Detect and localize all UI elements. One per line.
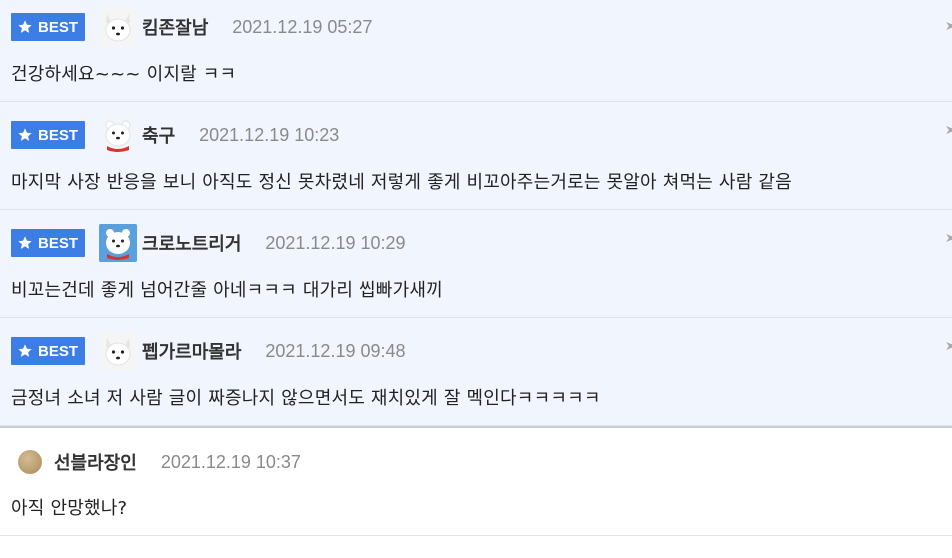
- comment-text: 건강하세요~~~ 이지랄 ㅋㅋ: [11, 64, 237, 85]
- comment-timestamp: 2021.12.19 10:29: [265, 232, 406, 253]
- comment-list: BEST 킴존잘남 2021.12.19 05:27 건강하세요~~~ 이지랄 …: [0, 0, 952, 536]
- best-badge: BEST: [11, 229, 86, 257]
- default-avatar[interactable]: [18, 450, 42, 474]
- best-badge-label: BEST: [38, 342, 79, 360]
- comment-author[interactable]: 킴존잘남: [142, 14, 208, 40]
- star-icon: [18, 236, 32, 249]
- reply-arrow-icon[interactable]: [944, 124, 952, 136]
- comment-meta: BEST 펩가르마몰라 2021.12.19 09:48: [11, 332, 406, 370]
- polar-bear-avatar[interactable]: [99, 224, 138, 262]
- comment-text: 금정녀 소녀 저 사람 글이 짜증나지 않으면서도 재치있게 잘 멕인다ㅋㅋㅋㅋ…: [11, 388, 601, 409]
- comment-meta: 선블라장인 2021.12.19 10:37: [11, 443, 301, 481]
- reply-arrow-icon[interactable]: [944, 232, 952, 244]
- comment-author[interactable]: 선블라장인: [54, 449, 137, 475]
- best-badge-label: BEST: [38, 234, 79, 252]
- comment-author[interactable]: 펩가르마몰라: [142, 338, 241, 364]
- comment-item: BEST 킴존잘남 2021.12.19 05:27 건강하세요~~~ 이지랄 …: [0, 0, 952, 102]
- comment-author[interactable]: 크로노트리거: [142, 230, 241, 256]
- best-badge-label: BEST: [38, 18, 79, 36]
- comment-meta: BEST 축구 2021.12.19 10:23: [11, 116, 339, 154]
- comment-text: 아직 안망했나?: [11, 498, 128, 519]
- comment-timestamp: 2021.12.19 10:37: [160, 451, 301, 472]
- comment-text: 비꼬는건데 좋게 넘어간줄 아네ㅋㅋㅋ 대가리 씹빠가새끼: [11, 280, 443, 301]
- comment-timestamp: 2021.12.19 09:48: [265, 340, 406, 361]
- best-badge-label: BEST: [38, 126, 79, 144]
- comment-item: BEST 크로노트리거 2021.12.19 10:29 비꼬는건데 좋게 넘어…: [0, 210, 952, 318]
- comment-item: BEST 펩가르마몰라 2021.12.19 09:48 금정녀 소녀 저 사람…: [0, 318, 952, 426]
- best-badge: BEST: [11, 121, 86, 149]
- white-dog-avatar[interactable]: [99, 8, 138, 46]
- reply-arrow-icon[interactable]: [944, 340, 952, 352]
- comment-timestamp: 2021.12.19 10:23: [199, 124, 340, 145]
- comment-timestamp: 2021.12.19 05:27: [232, 16, 373, 37]
- best-badge: BEST: [11, 13, 86, 41]
- white-dog-avatar[interactable]: [99, 332, 138, 370]
- polar-bear-avatar[interactable]: [99, 116, 138, 154]
- star-icon: [18, 20, 32, 33]
- comment-text: 마지막 사장 반응을 보니 아직도 정신 못차렸네 저렇게 좋게 비꼬아주는거로…: [11, 172, 792, 193]
- comment-meta: BEST 킴존잘남 2021.12.19 05:27: [11, 8, 372, 46]
- comment-item: 선블라장인 2021.12.19 10:37 아직 안망했나?: [0, 426, 952, 536]
- comment-item: BEST 축구 2021.12.19 10:23 마지막 사장 반응을 보니 아…: [0, 102, 952, 210]
- comment-author[interactable]: 축구: [142, 122, 175, 148]
- comment-meta: BEST 크로노트리거 2021.12.19 10:29: [11, 224, 406, 262]
- star-icon: [18, 128, 32, 141]
- star-icon: [18, 344, 32, 357]
- best-badge: BEST: [11, 337, 86, 365]
- reply-arrow-icon[interactable]: [944, 20, 952, 32]
